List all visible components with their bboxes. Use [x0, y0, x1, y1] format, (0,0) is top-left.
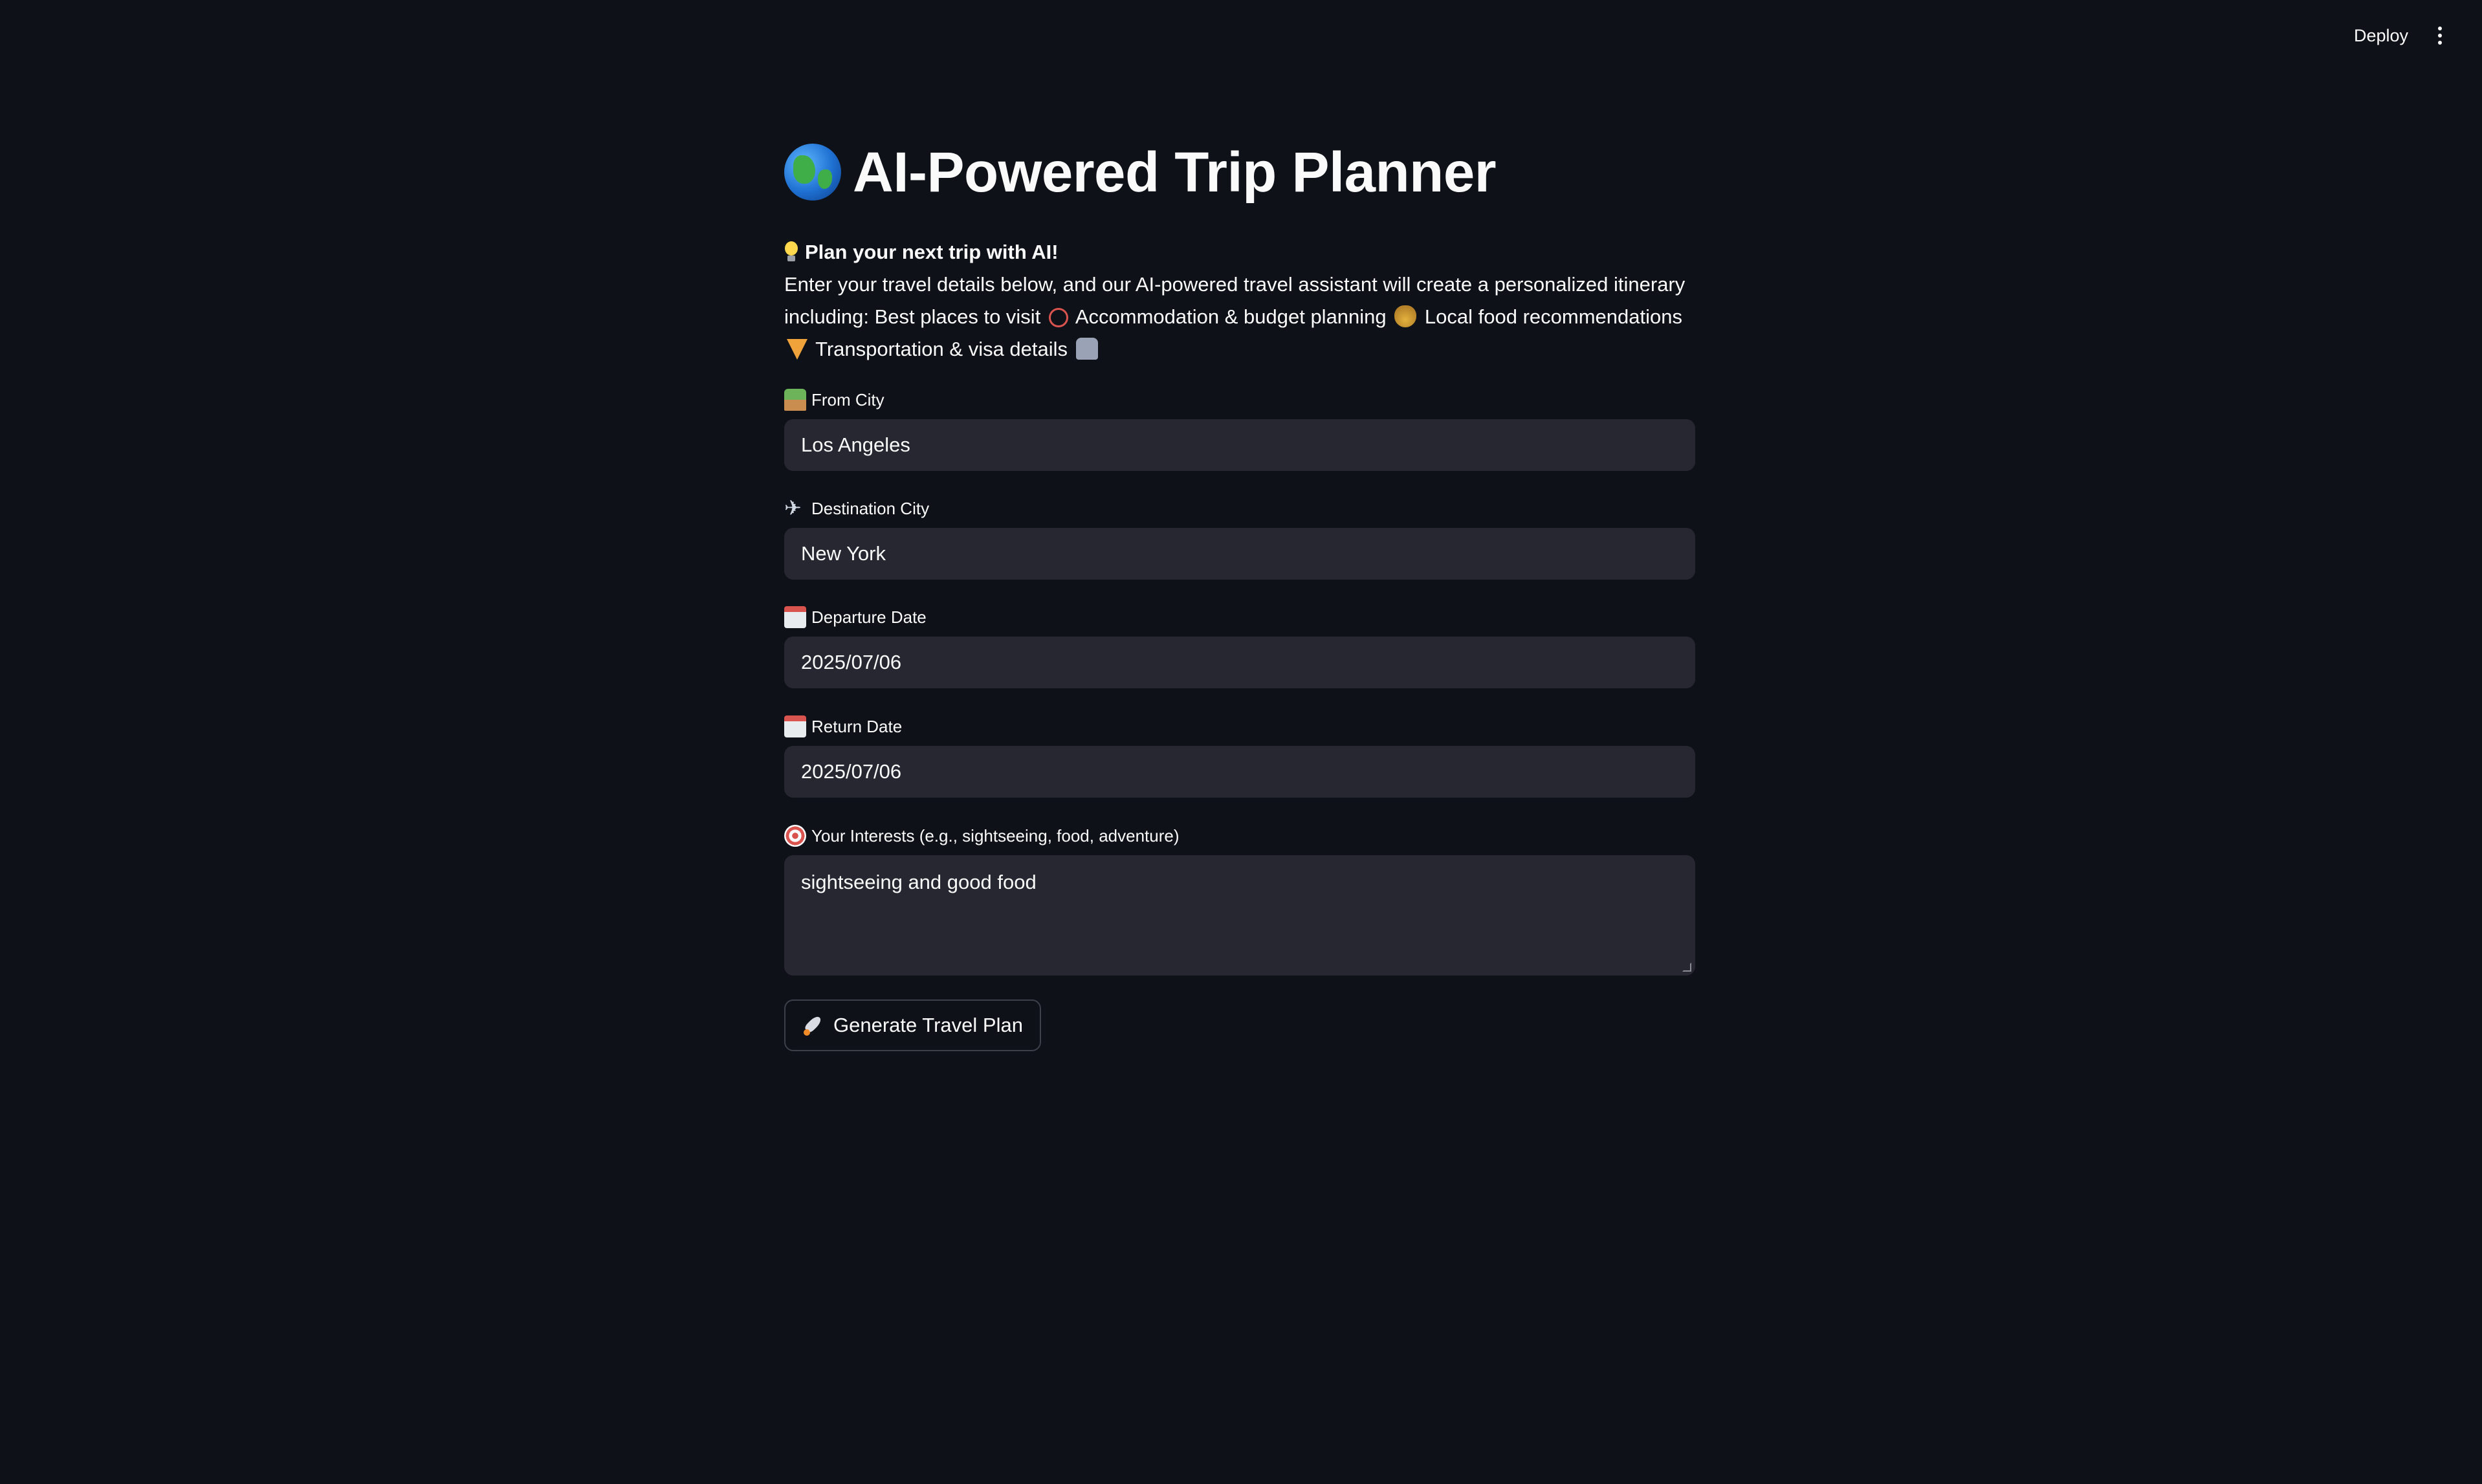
calendar-icon [784, 715, 806, 737]
return-date-label-text: Return Date [811, 716, 903, 736]
destination-city-field: Destination City New York [784, 496, 1695, 580]
from-city-label: From City [784, 387, 1695, 413]
page-title-text: AI-Powered Trip Planner [853, 140, 1497, 204]
return-date-value: 2025/07/06 [801, 760, 902, 783]
rocket-icon [802, 1014, 826, 1037]
departure-date-value: 2025/07/06 [801, 651, 902, 673]
house-icon [784, 389, 806, 411]
destination-city-label: Destination City [784, 496, 1695, 521]
return-date-field: Return Date 2025/07/06 [784, 714, 1695, 798]
interests-label-text: Your Interests (e.g., sightseeing, food,… [811, 825, 1180, 846]
interests-field: Your Interests (e.g., sightseeing, food,… [784, 823, 1695, 976]
interests-label: Your Interests (e.g., sightseeing, food,… [784, 823, 1695, 849]
departure-date-label-text: Departure Date [811, 607, 927, 627]
airplane-icon [784, 496, 806, 520]
destination-city-input[interactable]: New York [784, 528, 1695, 580]
from-city-label-text: From City [811, 389, 884, 409]
departure-date-input[interactable]: 2025/07/06 [784, 637, 1695, 688]
target-icon [784, 825, 806, 847]
interests-textarea[interactable]: sightseeing and good food [784, 855, 1695, 976]
train-icon [1075, 338, 1098, 360]
intro-part-2: Accommodation & budget planning [1075, 305, 1387, 328]
from-city-value: Los Angeles [801, 433, 910, 456]
top-bar: Deploy [0, 0, 2482, 71]
destination-city-label-text: Destination City [811, 498, 930, 518]
intro-text: Plan your next trip with AI! Enter your … [784, 236, 1695, 366]
page-title: AI-Powered Trip Planner [784, 140, 1497, 204]
from-city-input[interactable]: Los Angeles [784, 419, 1695, 471]
resize-handle-icon[interactable] [1682, 963, 1691, 972]
intro-part-3: Local food recommendations [1424, 305, 1682, 328]
return-date-input[interactable]: 2025/07/06 [784, 746, 1695, 798]
vertical-ellipsis-icon [2438, 34, 2442, 38]
main-menu-button[interactable] [2424, 19, 2456, 52]
globe-icon [784, 144, 841, 201]
intro-paragraph: Enter your travel details below, and our… [784, 268, 1695, 366]
generate-travel-plan-button[interactable]: Generate Travel Plan [784, 999, 1041, 1051]
intro-heading: Plan your next trip with AI! [784, 236, 1695, 268]
calendar-icon [784, 606, 806, 628]
departure-date-field: Departure Date 2025/07/06 [784, 604, 1695, 688]
money-bag-icon [1394, 305, 1417, 327]
interests-value: sightseeing and good food [801, 871, 1037, 893]
generate-button-label: Generate Travel Plan [833, 1014, 1023, 1036]
return-date-label: Return Date [784, 714, 1695, 739]
destination-city-value: New York [801, 542, 886, 565]
from-city-field: From City Los Angeles [784, 387, 1695, 471]
intro-heading-text: Plan your next trip with AI! [805, 241, 1059, 263]
pizza-icon [787, 339, 807, 360]
intro-part-4: Transportation & visa details [815, 338, 1068, 360]
vertical-ellipsis-icon [2438, 41, 2442, 45]
deploy-button[interactable]: Deploy [2341, 19, 2421, 52]
departure-date-label: Departure Date [784, 604, 1695, 630]
ferris-wheel-icon [1048, 308, 1068, 327]
light-bulb-icon [784, 241, 798, 263]
vertical-ellipsis-icon [2438, 27, 2442, 30]
